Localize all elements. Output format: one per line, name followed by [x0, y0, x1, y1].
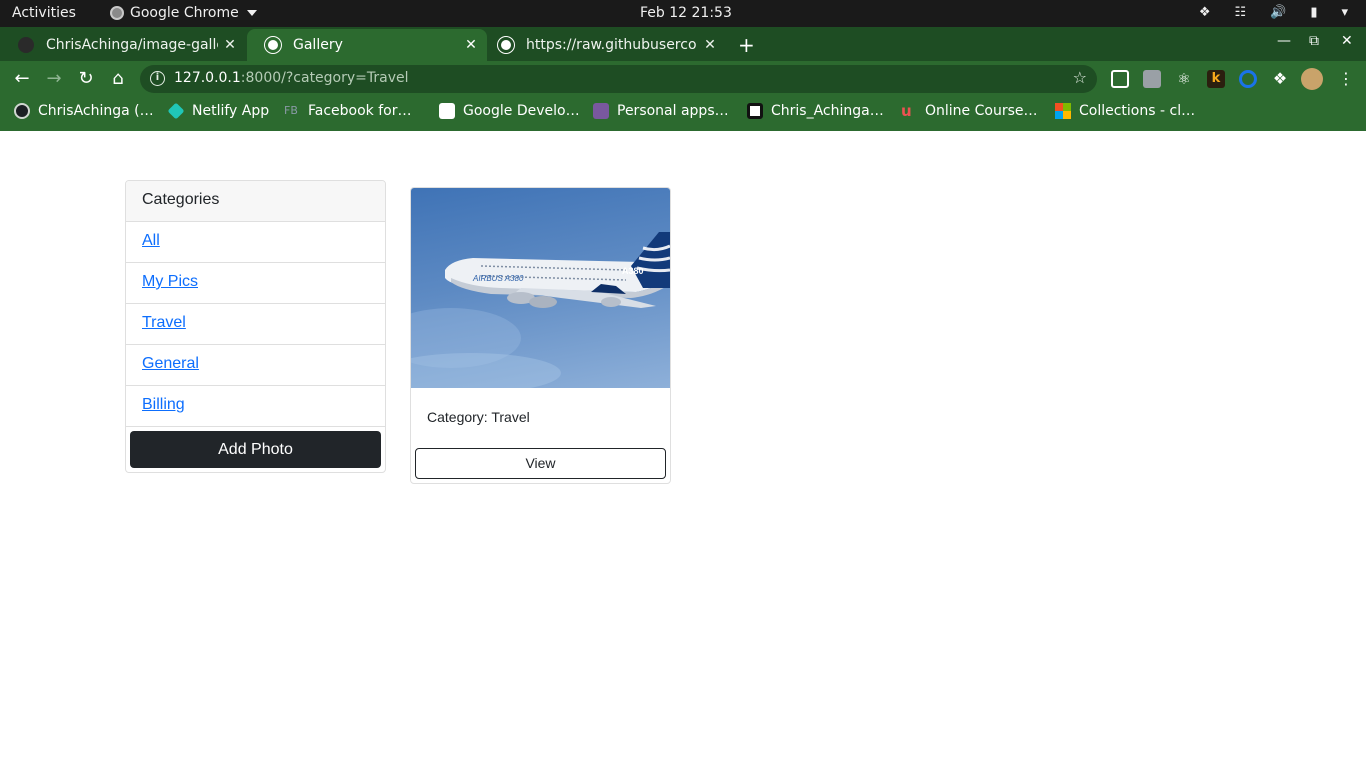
github-icon [14, 103, 30, 119]
category-item-all: All [126, 222, 385, 263]
globe-icon [498, 37, 514, 53]
bookmark-item[interactable]: Netlify App [167, 102, 269, 120]
restore-icon[interactable]: ⧉ [1309, 33, 1319, 49]
close-icon[interactable]: ✕ [218, 37, 242, 53]
categories-header: Categories [126, 181, 385, 222]
avatar[interactable] [1301, 68, 1323, 90]
app-name: Google Chrome [130, 5, 239, 21]
tab-title: https://raw.githubuserco [526, 37, 697, 53]
bookmark-item[interactable]: Personal apps… [593, 103, 729, 119]
netlify-icon [167, 102, 185, 120]
browser-toolbar: ← → ↻ ⌂ i 127.0.0.1:8000/?category=Trave… [0, 61, 1366, 97]
chevron-down-icon[interactable]: ▾ [1341, 5, 1348, 20]
minimize-icon[interactable]: — [1277, 33, 1291, 49]
network-icon[interactable]: ☷ [1234, 5, 1246, 20]
add-photo-button[interactable]: Add Photo [130, 431, 381, 468]
tab-strip: ChrisAchinga/image-galle ✕ Gallery ✕ htt… [0, 27, 1366, 61]
react-devtools-icon[interactable]: ⚛ [1175, 70, 1193, 88]
tab-title: ChrisAchinga/image-galle [46, 37, 218, 53]
close-window-icon[interactable]: ✕ [1341, 33, 1353, 49]
bookmark-item[interactable]: FB Facebook for… [284, 103, 411, 119]
close-icon[interactable]: ✕ [698, 37, 722, 53]
svg-text:AIRBUS A380: AIRBUS A380 [472, 274, 524, 283]
category-item-billing: Billing [126, 386, 385, 427]
chevron-down-icon [246, 10, 257, 16]
kite-icon[interactable]: k [1207, 70, 1225, 88]
category-item-my-pics: My Pics [126, 263, 385, 304]
back-arrow-icon[interactable]: ← [10, 67, 34, 91]
airplane-illustration: A380 AIRBUS A380 [411, 232, 670, 388]
tab-raw-github[interactable]: https://raw.githubuserco ✕ [480, 29, 726, 61]
menu-kebab-icon[interactable]: ⋮ [1337, 70, 1355, 88]
site-info-icon[interactable]: i [150, 71, 165, 86]
bookmark-item[interactable]: ChrisAchinga (… [14, 103, 154, 119]
address-bar[interactable]: i 127.0.0.1:8000/?category=Travel ☆ [140, 65, 1097, 93]
categories-card: Categories All My Pics Travel General Bi… [125, 180, 386, 473]
facebook-for-developers-icon: FB [284, 104, 298, 117]
extension-grey-icon[interactable] [1143, 70, 1161, 88]
system-top-bar: Activities Google Chrome Feb 12 21:53 ❖ … [0, 0, 1366, 27]
heroku-icon [593, 103, 609, 119]
activities-button[interactable]: Activities [12, 5, 76, 21]
gallery-page: Categories All My Pics Travel General Bi… [0, 131, 1366, 768]
forward-arrow-icon[interactable]: → [42, 67, 66, 91]
photo-category-label: Category: Travel [427, 409, 530, 425]
extensions-puzzle-icon[interactable]: ❖ [1271, 70, 1289, 88]
view-button[interactable]: View [415, 448, 666, 479]
microsoft-icon [1055, 103, 1071, 119]
new-tab-button[interactable]: + [738, 33, 755, 57]
globe-icon [265, 37, 281, 53]
clock[interactable]: Feb 12 21:53 [640, 5, 732, 21]
airplane-photo[interactable]: A380 AIRBUS A380 [411, 188, 670, 388]
bookmarks-bar: ChrisAchinga (… Netlify App FB Facebook … [0, 97, 1366, 131]
bookmark-item[interactable]: Collections - cl… [1055, 103, 1195, 119]
github-icon [18, 37, 34, 53]
svg-text:A380: A380 [622, 266, 644, 276]
dropbox-icon[interactable]: ❖ [1199, 5, 1211, 20]
volume-icon[interactable]: 🔊 [1270, 5, 1286, 20]
codepen-icon [747, 103, 763, 119]
chrome-icon [110, 6, 124, 20]
category-item-general: General [126, 345, 385, 386]
blue-extension-icon[interactable] [1239, 70, 1257, 88]
battery-icon[interactable]: ▮ [1310, 5, 1317, 20]
category-link[interactable]: My Pics [142, 273, 198, 290]
system-tray[interactable]: ❖ ☷ 🔊 ▮ ▾ [1199, 5, 1348, 20]
category-link[interactable]: Billing [142, 396, 185, 413]
tab-gallery[interactable]: Gallery ✕ [247, 29, 487, 61]
bookmark-item[interactable]: Google Develo… [439, 103, 580, 119]
photo-card: A380 AIRBUS A380 Category: Travel View [410, 187, 671, 484]
bookmark-item[interactable]: u Online Course… [901, 103, 1038, 119]
category-link[interactable]: Travel [142, 314, 186, 331]
cast-icon[interactable] [1111, 70, 1129, 88]
bookmark-item[interactable]: Chris_Achinga… [747, 103, 884, 119]
tab-github[interactable]: ChrisAchinga/image-galle ✕ [0, 29, 246, 61]
reload-icon[interactable]: ↻ [74, 67, 98, 91]
tab-title: Gallery [293, 37, 343, 53]
category-item-travel: Travel [126, 304, 385, 345]
udemy-icon: u [901, 102, 912, 120]
google-developers-icon [439, 103, 455, 119]
category-link[interactable]: General [142, 355, 199, 372]
home-icon[interactable]: ⌂ [106, 67, 130, 91]
category-link[interactable]: All [142, 232, 160, 249]
bookmark-star-icon[interactable]: ☆ [1073, 68, 1087, 87]
url-text[interactable]: 127.0.0.1:8000/?category=Travel [174, 70, 409, 86]
app-menu[interactable]: Google Chrome [110, 5, 257, 21]
